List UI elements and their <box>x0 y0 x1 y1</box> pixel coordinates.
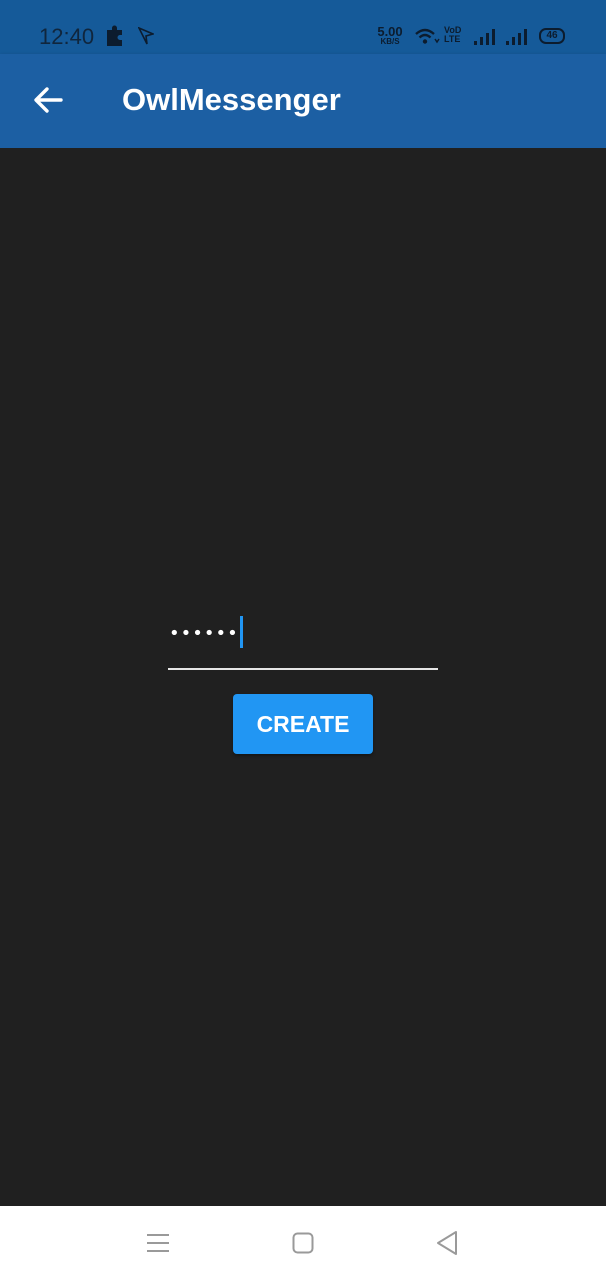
back-icon[interactable] <box>435 1230 459 1261</box>
volte-indicator: VoD LTE <box>444 25 462 44</box>
navigation-icon <box>137 26 156 50</box>
arrow-left-icon <box>34 87 63 113</box>
system-nav-bar <box>0 1206 606 1280</box>
main-content <box>0 148 606 1206</box>
puzzle-icon <box>104 24 128 53</box>
app-bar: OwlMessenger <box>0 54 606 148</box>
battery-icon: 46 <box>539 28 565 44</box>
page-title: OwlMessenger <box>122 82 341 117</box>
status-time: 12:40 <box>39 24 95 49</box>
wifi-icon <box>414 28 440 51</box>
create-button[interactable]: CREATE <box>233 694 373 754</box>
signal-icon <box>505 28 529 51</box>
home-icon[interactable] <box>292 1232 314 1259</box>
password-input[interactable]: •••••• <box>168 608 438 670</box>
signal-icon <box>473 28 497 51</box>
back-button[interactable] <box>24 76 72 124</box>
text-cursor <box>239 616 243 648</box>
password-value: •••••• <box>169 616 243 650</box>
status-bar: 12:40 5.00 KB/S VoD LTE 46 <box>0 0 606 54</box>
menu-icon[interactable] <box>146 1233 170 1258</box>
net-speed-indicator: 5.00 KB/S <box>377 24 403 46</box>
